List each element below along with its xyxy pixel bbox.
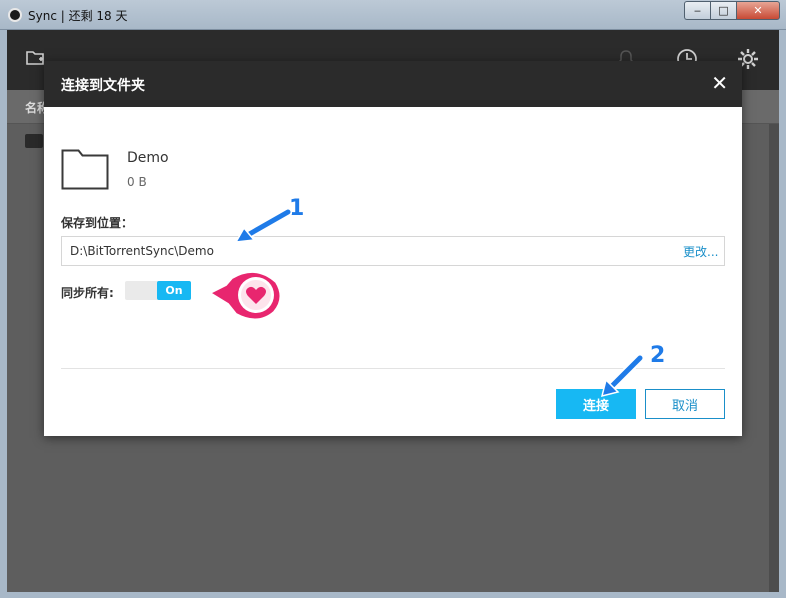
minimize-button[interactable]: ‒ [684, 1, 710, 20]
annotation-arrow-2-icon [600, 354, 644, 398]
sync-all-label: 同步所有: [61, 286, 114, 300]
save-path-field[interactable]: D:\BitTorrentSync\Demo [61, 236, 725, 266]
maximize-button[interactable]: □ [710, 1, 736, 20]
sync-app-icon [8, 8, 22, 22]
window-controls: ‒ □ ✕ [684, 1, 780, 20]
shared-folder-icon [25, 134, 43, 148]
cancel-button[interactable]: 取消 [645, 389, 725, 419]
dialog-header: 连接到文件夹 ✕ [44, 61, 742, 107]
folder-icon [61, 146, 109, 194]
sync-all-toggle[interactable]: On [125, 281, 191, 300]
annotation-arrow-1-icon [234, 208, 292, 243]
window-titlebar: Sync | 还剩 18 天 ‒ □ ✕ [0, 0, 786, 30]
window-close-button[interactable]: ✕ [736, 1, 780, 20]
folder-name: Demo [127, 150, 169, 166]
save-location-label: 保存到位置： [61, 216, 134, 230]
annotation-heart-pin-icon [207, 271, 282, 321]
annotation-step-2: 2 [650, 343, 666, 368]
window-frame-bottom [0, 592, 786, 598]
add-folder-icon[interactable] [24, 48, 46, 70]
sync-all-toggle-state: On [157, 281, 191, 300]
window-title: Sync | 还剩 18 天 [28, 9, 128, 23]
dialog-title: 连接到文件夹 [61, 78, 145, 94]
scrollbar[interactable] [769, 124, 779, 592]
window-frame-left [0, 30, 7, 598]
window-frame-right [779, 30, 786, 598]
change-path-link[interactable]: 更改... [683, 243, 718, 260]
dialog-close-icon[interactable]: ✕ [711, 72, 728, 94]
folder-size: 0 B [127, 175, 147, 189]
